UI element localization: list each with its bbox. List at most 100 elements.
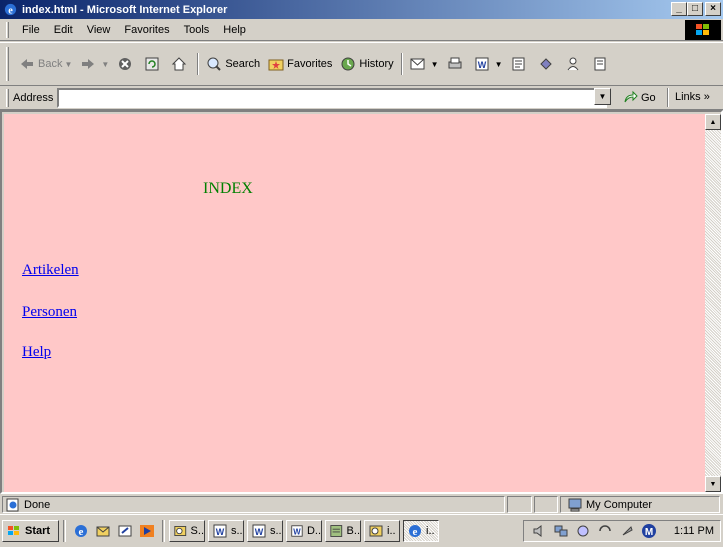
standard-toolbar: Back ▼ ▼ Search Favorites History ▼ W ▼ [0, 42, 723, 86]
link-personen[interactable]: Personen [22, 304, 77, 321]
link-help[interactable]: Help [22, 344, 51, 361]
menu-view[interactable]: View [80, 22, 118, 38]
title-bar[interactable]: e index.html - Microsoft Internet Explor… [0, 0, 723, 19]
minimize-button[interactable]: _ [671, 2, 687, 16]
discuss-button[interactable] [507, 52, 534, 76]
go-button[interactable]: Go [622, 88, 656, 108]
print-icon [448, 57, 462, 69]
page-done-icon [6, 498, 19, 511]
task-button[interactable]: B.. [325, 520, 361, 542]
back-dropdown-icon[interactable]: ▼ [64, 60, 72, 69]
menu-help[interactable]: Help [216, 22, 253, 38]
task-label: D.. [306, 525, 321, 537]
maximize-button[interactable]: □ [687, 2, 703, 16]
task-label: i.. [426, 525, 435, 537]
task-button-active[interactable]: e i.. [403, 520, 439, 542]
menu-grip[interactable] [6, 21, 9, 38]
task-button[interactable]: W s.. [247, 520, 283, 542]
home-button[interactable] [167, 52, 194, 76]
windows-logo-icon [685, 20, 721, 40]
page-content: INDEX Artikelen Personen Help [4, 114, 705, 492]
task-label: S.. [190, 525, 204, 537]
scroll-down-button[interactable]: ▼ [705, 476, 721, 492]
contacts-button[interactable] [561, 52, 588, 76]
refresh-icon [145, 57, 159, 71]
vertical-scrollbar[interactable]: ▲ ▼ [705, 114, 721, 492]
menu-edit[interactable]: Edit [47, 22, 80, 38]
toolbar-grip[interactable] [6, 47, 9, 81]
address-grip[interactable] [6, 88, 9, 107]
mail-icon [410, 58, 425, 70]
svg-text:W: W [477, 60, 486, 70]
address-input[interactable] [57, 87, 608, 108]
home-icon [172, 57, 187, 71]
menu-bar: File Edit View Favorites Tools Help [0, 19, 723, 41]
internet-explorer-icon: e [4, 3, 17, 16]
scroll-up-button[interactable]: ▲ [705, 114, 721, 130]
search-button[interactable]: Search [202, 52, 264, 76]
back-label: Back [38, 58, 63, 70]
favorites-button[interactable]: Favorites [264, 52, 336, 76]
messenger-button[interactable] [534, 52, 561, 76]
task-button[interactable]: S.. [169, 520, 205, 542]
research-button[interactable] [588, 52, 615, 76]
network-icon[interactable] [553, 523, 569, 539]
quicklaunch-ie-icon[interactable]: e [73, 523, 89, 539]
task-button[interactable]: W D.. [286, 520, 322, 542]
word-doc-icon: W [252, 524, 266, 538]
mail-button[interactable]: ▼ [406, 52, 443, 76]
print-button[interactable] [443, 52, 470, 76]
tray-app-icon[interactable] [575, 523, 591, 539]
menu-file[interactable]: File [15, 22, 47, 38]
menu-tools[interactable]: Tools [177, 22, 217, 38]
search-label: Search [225, 58, 261, 70]
address-bar: Address ▼ Go Links » [0, 86, 723, 110]
favorites-label: Favorites [287, 58, 333, 70]
toolbar-separator [197, 53, 200, 75]
status-text-pane: Done [2, 496, 505, 513]
stop-button[interactable] [113, 52, 140, 76]
task-button[interactable]: W s.. [208, 520, 244, 542]
favorites-folder-icon [268, 59, 284, 71]
close-button[interactable]: × [705, 2, 721, 16]
svg-text:e: e [8, 5, 13, 16]
address-dropdown-icon[interactable]: ▼ [594, 88, 611, 105]
volume-icon[interactable] [531, 523, 547, 539]
links-button[interactable]: Links » [675, 91, 710, 103]
link-artikelen[interactable]: Artikelen [22, 262, 79, 279]
status-zone-pane: My Computer [560, 496, 720, 513]
edit-dropdown-icon[interactable]: ▼ [495, 60, 503, 69]
forward-dropdown-icon[interactable]: ▼ [101, 60, 109, 69]
history-label: History [359, 58, 394, 70]
discuss-icon [512, 57, 524, 71]
tray-m-icon[interactable]: M [641, 523, 657, 539]
tray-sync-icon[interactable] [597, 523, 613, 539]
tray-tool-icon[interactable] [619, 523, 635, 539]
forward-button[interactable]: ▼ [76, 52, 113, 76]
explorer-icon [174, 525, 187, 537]
task-label: s.. [270, 525, 282, 537]
word-doc-icon: W [213, 524, 227, 538]
task-label: s.. [231, 525, 243, 537]
start-button[interactable]: Start [2, 520, 59, 542]
refresh-button[interactable] [140, 52, 167, 76]
menu-favorites[interactable]: Favorites [117, 22, 176, 38]
svg-text:W: W [255, 527, 264, 537]
edit-button[interactable]: W ▼ [470, 52, 507, 76]
svg-text:W: W [293, 527, 301, 536]
task-label: i.. [387, 525, 396, 537]
history-button[interactable]: History [336, 52, 397, 76]
task-label: B.. [346, 525, 360, 537]
go-label: Go [641, 92, 656, 104]
quicklaunch-media-icon[interactable] [139, 523, 155, 539]
quicklaunch-outlook-icon[interactable] [95, 523, 111, 539]
tray-clock[interactable]: 1:11 PM [674, 525, 714, 537]
taskbar-separator [162, 520, 165, 542]
mail-dropdown-icon[interactable]: ▼ [431, 60, 439, 69]
task-button[interactable]: i.. [364, 520, 400, 542]
search-icon [207, 57, 222, 71]
word-edit-icon: W [475, 57, 489, 71]
back-button[interactable]: Back ▼ [15, 52, 76, 76]
explorer-icon [369, 525, 383, 537]
quicklaunch-desktop-icon[interactable] [117, 523, 133, 539]
